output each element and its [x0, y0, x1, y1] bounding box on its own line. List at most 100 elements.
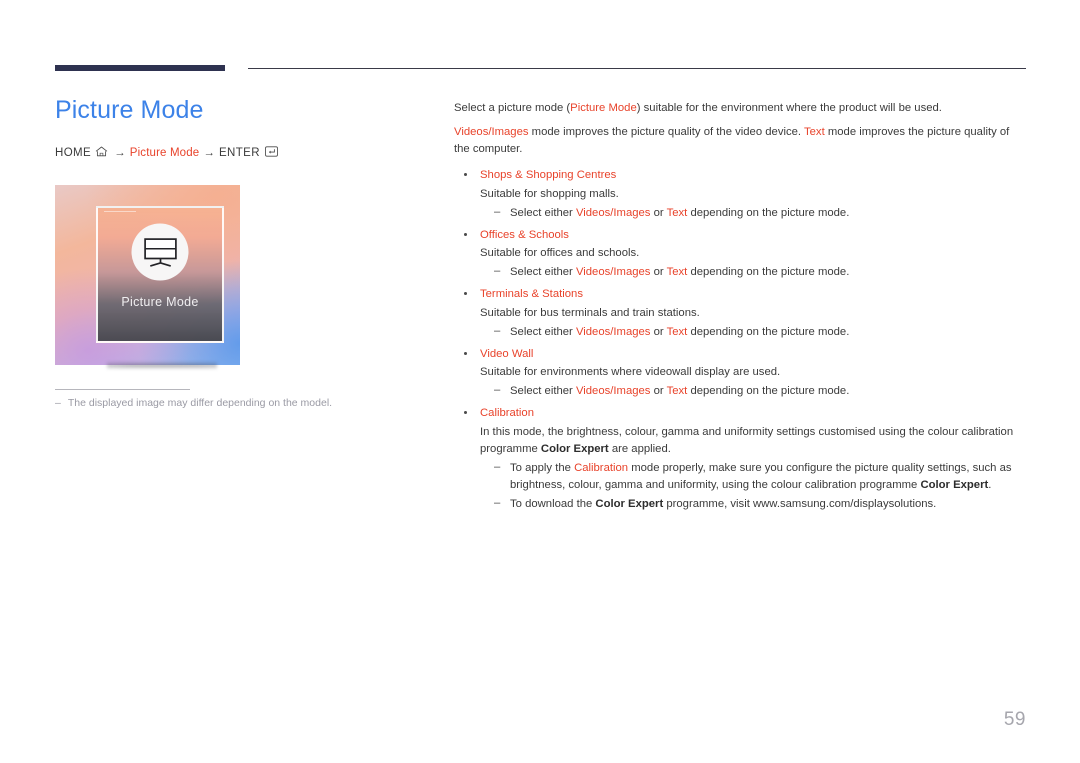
monitor-icon — [131, 223, 189, 281]
cal-sub2-a: To download the — [510, 498, 596, 511]
option-description: Suitable for bus terminals and train sta… — [480, 306, 700, 319]
option-sub-list: – Select either Videos/Images or Text dep… — [480, 205, 1026, 222]
list-item: Video Wall Suitable for environments whe… — [454, 346, 1026, 400]
breadcrumb-enter-label: ENTER — [218, 146, 260, 159]
breadcrumb-home-label: HOME — [55, 146, 92, 159]
header-thin-rule — [248, 68, 1026, 69]
bullet-dot-icon — [464, 292, 467, 296]
list-item: Offices & Schools Suitable for offices a… — [454, 227, 1026, 281]
thumbnail-drop-shadow — [107, 361, 217, 370]
option-sub-list: – Select either Videos/Images or Text dep… — [480, 324, 1026, 341]
sub-part-a: Select either — [510, 325, 576, 338]
intro-paragraph-1: Select a picture mode (Picture Mode) sui… — [454, 100, 1026, 117]
bullet-dot-icon — [464, 351, 467, 355]
intro-2-accent-1: Videos/Images — [454, 126, 529, 139]
bullet-dot-icon — [464, 173, 467, 177]
option-description: In this mode, the brightness, colour, ga… — [480, 424, 1026, 458]
caption-dash: – — [55, 397, 61, 409]
list-item: Shops & Shopping Centres Suitable for sh… — [454, 167, 1026, 221]
option-sub-list: – Select either Videos/Images or Text dep… — [480, 264, 1026, 281]
sub-part-b: or — [650, 325, 667, 338]
header-accent-rule — [55, 65, 225, 71]
sub-part-b: or — [650, 266, 667, 279]
sub-part-c: depending on the picture mode. — [687, 266, 850, 279]
breadcrumb-arrow-1: → — [114, 146, 126, 159]
sub-dash-icon: – — [494, 460, 501, 473]
intro-2-accent-2: Text — [804, 126, 825, 139]
page-number: 59 — [1003, 709, 1026, 730]
sub-accent-1: Videos/Images — [575, 266, 651, 279]
calibration-sub-list: – To apply the Calibration mode properly,… — [480, 460, 1026, 513]
intro-2-part-a: mode improves the picture quality of the… — [528, 126, 804, 139]
list-item: – Select either Videos/Images or Text dep… — [480, 383, 1026, 400]
sub-part-c: depending on the picture mode. — [687, 206, 850, 219]
product-screen-thumbnail: Picture Mode — [55, 185, 240, 370]
sub-part-a: Select either — [510, 266, 576, 279]
intro-1-part-a: Select a picture mode ( — [454, 102, 571, 114]
option-title: Calibration — [480, 407, 535, 420]
sub-dash-icon: – — [494, 384, 501, 397]
breadcrumb-arrow-2: → — [203, 146, 215, 159]
sub-part-c: depending on the picture mode. — [687, 325, 850, 338]
list-item: – Select either Videos/Images or Text dep… — [480, 205, 1026, 222]
left-column: Picture Mode HOME → Picture Mode → ENTER — [55, 96, 425, 160]
sub-accent-2: Text — [666, 325, 688, 338]
sub-dash-icon: – — [494, 497, 501, 510]
option-title: Offices & Schools — [480, 228, 569, 241]
sub-accent-1: Videos/Images — [575, 385, 651, 398]
cal-sub1-c: . — [988, 478, 992, 491]
intro-1-accent: Picture Mode — [570, 102, 637, 114]
list-item: – To apply the Calibration mode properly,… — [480, 460, 1026, 494]
breadcrumb-item-picture-mode[interactable]: Picture Mode — [130, 147, 200, 159]
option-title: Shops & Shopping Centres — [480, 169, 617, 182]
option-description: Suitable for shopping malls. — [480, 187, 619, 200]
thumbnail-label: Picture Mode — [121, 295, 199, 309]
bullet-dot-icon — [464, 232, 467, 236]
list-item: – Select either Videos/Images or Text dep… — [480, 324, 1026, 341]
sub-dash-icon: – — [494, 265, 501, 278]
sub-part-a: Select either — [510, 385, 576, 398]
option-title: Video Wall — [480, 347, 534, 360]
page-title: Picture Mode — [55, 96, 204, 124]
sub-dash-icon: – — [494, 205, 501, 218]
intro-paragraph-2: Videos/Images mode improves the picture … — [454, 124, 1026, 158]
list-item: – Select either Videos/Images or Text dep… — [480, 264, 1026, 281]
document-page: Picture Mode HOME → Picture Mode → ENTER — [0, 0, 1080, 763]
caption-separator-rule — [55, 389, 190, 390]
sub-accent-2: Text — [666, 206, 688, 219]
sub-accent-1: Videos/Images — [575, 325, 651, 338]
thumbnail-top-hairline — [104, 211, 136, 212]
cal-sub1-bold: Color Expert — [920, 478, 989, 491]
intro-1-part-b: ) suitable for the environment where the… — [636, 102, 942, 114]
list-item: – To download the Color Expert programme,… — [480, 496, 1026, 513]
calibration-desc-bold: Color Expert — [540, 442, 609, 455]
option-sub-list: – Select either Videos/Images or Text dep… — [480, 383, 1026, 400]
sub-part-a: Select either — [510, 206, 576, 219]
cal-sub1-accent: Calibration — [574, 461, 629, 474]
list-item-calibration: Calibration In this mode, the brightness… — [454, 405, 1026, 513]
bullet-dot-icon — [464, 411, 467, 415]
main-content-column: Select a picture mode (Picture Mode) sui… — [454, 100, 1026, 518]
picture-mode-options-list: Shops & Shopping Centres Suitable for sh… — [454, 167, 1026, 513]
sub-part-c: depending on the picture mode. — [687, 385, 850, 398]
cal-sub2-bold: Color Expert — [595, 498, 664, 511]
option-title: Terminals & Stations — [480, 288, 583, 301]
sub-part-b: or — [650, 206, 667, 219]
sub-accent-1: Videos/Images — [575, 206, 651, 219]
calibration-desc-b: are applied. — [608, 442, 671, 455]
sub-dash-icon: – — [494, 324, 501, 337]
home-icon — [95, 146, 108, 160]
caption-text: The displayed image may differ depending… — [67, 397, 333, 409]
option-description: Suitable for offices and schools. — [480, 247, 640, 260]
cal-sub1-a: To apply the — [510, 461, 575, 474]
list-item: Terminals & Stations Suitable for bus te… — [454, 286, 1026, 340]
thumbnail-caption: – The displayed image may differ dependi… — [55, 396, 395, 412]
option-description: Suitable for environments where videowal… — [480, 366, 781, 379]
cal-sub2-b: programme, visit www.samsung.com/display… — [663, 498, 937, 511]
enter-key-icon — [265, 145, 278, 160]
sub-part-b: or — [650, 385, 667, 398]
thumbnail-screen-panel: Picture Mode — [96, 206, 224, 343]
breadcrumb: HOME → Picture Mode → ENTER — [55, 145, 425, 160]
sub-accent-2: Text — [666, 266, 688, 279]
sub-accent-2: Text — [666, 385, 688, 398]
